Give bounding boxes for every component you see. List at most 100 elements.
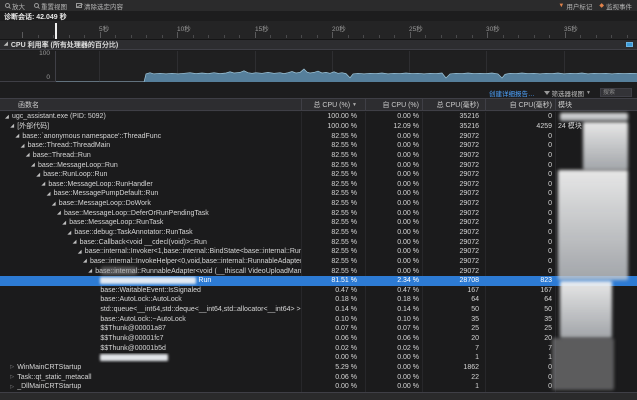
table-row[interactable]: std::queue<__int64,std::deque<__int64,st… [0,305,637,315]
filter-view-label: 筛选器视图 [552,88,585,98]
collapse-icon[interactable]: ◢ [10,123,17,129]
table-row[interactable]: ◢base::internal::RunnableAdapter<void (_… [0,266,637,276]
ruler-tick [456,35,457,38]
table-row[interactable]: ◢base::Thread::Run82.55 %0.00 %290720 [0,151,637,161]
table-row[interactable]: ◢ugc_assistant.exe (PID: 5092)100.00 %0.… [0,112,637,122]
zoom-in-button[interactable]: 放大 [5,1,25,11]
column-header-function-name[interactable]: 函数名 [0,99,302,110]
table-row[interactable]: ◢base::MessageLoop::DoWork82.55 %0.00 %2… [0,199,637,209]
table-row[interactable]: ◢base::internal::InvokeHelper<0,void,bas… [0,257,637,267]
total-cpu-ms: 29072 [423,266,486,276]
table-row[interactable]: ◢base::debug::TaskAnnotator::RunTask82.5… [0,228,637,238]
expand-icon[interactable]: ▷ [10,374,17,380]
table-row[interactable]: ◢base::MessagePumpDefault::Run82.55 %0.0… [0,189,637,199]
ruler-tick [84,35,85,38]
censor-blur [552,338,614,390]
reset-view-button[interactable]: 重置视图 [34,1,67,11]
user-marks-label: 用户标记 [566,1,592,11]
ruler-tick [131,35,132,38]
ruler-tick [472,35,473,38]
marks-legend: ▼ 用户标记 ◆ 监视事件 [558,1,632,11]
table-row[interactable]: base::WaitableEvent::IsSignaled0.47 %0.4… [0,286,637,296]
column-header-total-cpu-pct[interactable]: 总 CPU (%)▼ [302,99,366,110]
self-cpu-ms: 0 [486,170,556,180]
column-header-module[interactable]: 模块 [556,99,637,110]
clear-selection-button[interactable]: 清除选定内容 [76,1,123,11]
table-row[interactable]: ◢[外部代码]100.00 %12.09 %35216425924 模块 [0,122,637,132]
table-row[interactable]: ▷Task::qt_static_metacall0.06 %0.00 %220 [0,372,637,382]
table-row[interactable]: ◢base::`anonymous namespace'::ThreadFunc… [0,131,637,141]
expand-icon[interactable]: ▷ [10,364,17,370]
collapse-icon[interactable]: ◢ [26,152,33,158]
ruler-tick-label: 35秒 [564,23,578,33]
table-row[interactable]: ◢base::Thread::ThreadMain82.55 %0.00 %29… [0,141,637,151]
search-input[interactable] [600,88,632,97]
table-row[interactable]: ◢base::Callback<void __cdecl(void)>::Run… [0,237,637,247]
table-row[interactable]: 0.00 %0.00 %11 [0,353,637,363]
cpu-utilization-chart[interactable]: 100 0 [0,51,637,82]
table-row[interactable]: ◢base::MessageLoop::Run82.55 %0.00 %2907… [0,160,637,170]
collapse-icon[interactable]: ◢ [62,220,69,226]
total-cpu-ms: 29072 [423,257,486,267]
collapse-icon[interactable]: ◢ [67,230,74,236]
timeline-ruler[interactable]: 5秒10秒15秒20秒25秒30秒35秒 [0,21,637,40]
horizontal-scrollbar[interactable] [0,392,637,400]
self-cpu-pct: 0.14 % [366,305,423,315]
ruler-tick [549,35,550,38]
collapse-icon[interactable]: ◢ [36,172,43,178]
collapse-icon[interactable]: ◢ [47,191,54,197]
table-row[interactable]: $$Thunk@00001a870.07 %0.07 %2525 [0,324,637,334]
table-row[interactable]: ◢base::RunLoop::Run82.55 %0.00 %290720 [0,170,637,180]
collapse-icon[interactable]: ◢ [5,114,12,120]
collapse-icon[interactable]: ◢ [52,201,59,207]
table-row[interactable]: ◢base::MessageLoop::RunHandler82.55 %0.0… [0,179,637,189]
ruler-tick-label: 15秒 [255,23,269,33]
table-row[interactable]: ◢base::internal::Invoker<1,base::interna… [0,247,637,257]
censor-blur [100,354,168,361]
censor-blur [100,277,196,284]
table-row-selected[interactable]: Run81.51 %2.34 %28708823 [0,276,637,286]
collapse-icon[interactable]: ◢ [73,239,80,245]
collapse-icon[interactable]: ◢ [83,258,90,264]
collapse-icon[interactable]: ◢ [41,181,48,187]
censor-blur [558,170,628,280]
timeline-marker[interactable] [55,23,57,39]
table-row[interactable]: base::AutoLock::~AutoLock0.10 %0.10 %353… [0,314,637,324]
column-header-self-cpu-ms[interactable]: 自 CPU(毫秒) [486,99,556,110]
column-header-self-cpu-pct[interactable]: 自 CPU (%) [366,99,423,110]
total-cpu-pct: 0.00 % [302,382,366,392]
self-cpu-pct: 0.00 % [366,257,423,267]
filter-view-dropdown[interactable]: 筛选器视图 ▼ [544,88,591,98]
table-row[interactable]: ▷WinMainCRTStartup5.29 %0.00 %18620 [0,363,637,373]
table-row[interactable]: $$Thunk@00001b5d0.02 %0.02 %77 [0,343,637,353]
total-cpu-ms: 28708 [423,276,486,286]
collapse-icon[interactable]: ◢ [21,143,28,149]
ruler-tick [425,35,426,38]
ruler-tick [162,35,163,38]
column-header-total-cpu-ms[interactable]: 总 CPU(毫秒) [423,99,486,110]
total-cpu-ms: 7 [423,343,486,353]
diamond-mark-icon: ◆ [599,3,604,9]
collapse-icon[interactable]: ◢ [31,162,38,168]
collapse-icon[interactable]: ◢ [78,249,85,255]
table-row[interactable]: ▷_DllMainCRTStartup0.00 %0.00 %10 [0,382,637,392]
table-row[interactable]: ◢base::MessageLoop::DeferOrRunPendingTas… [0,208,637,218]
total-cpu-pct: 82.55 % [302,218,366,228]
self-cpu-ms: 1 [486,353,556,363]
table-row[interactable]: base::AutoLock::AutoLock0.18 %0.18 %6464 [0,295,637,305]
collapse-icon[interactable]: ◢ [88,268,95,274]
ruler-tick [627,35,628,38]
table-row[interactable]: $$Thunk@00001fc70.06 %0.06 %2020 [0,334,637,344]
collapse-section-icon[interactable]: ◢ [4,42,8,47]
create-detailed-report-link[interactable]: 创建详细报告… [489,88,535,98]
total-cpu-pct: 82.55 % [302,189,366,199]
ruler-tick [115,35,116,38]
call-tree-body: ◢ugc_assistant.exe (PID: 5092)100.00 %0.… [0,112,637,392]
function-name: base::debug::TaskAnnotator::RunTask [74,229,192,236]
collapse-icon[interactable]: ◢ [57,210,64,216]
triangle-mark-icon: ▼ [558,3,564,9]
total-cpu-pct: 82.55 % [302,170,366,180]
ruler-tick-label: 20秒 [332,23,346,33]
collapse-icon[interactable]: ◢ [15,133,22,139]
table-row[interactable]: ◢base::MessageLoop::RunTask82.55 %0.00 %… [0,218,637,228]
